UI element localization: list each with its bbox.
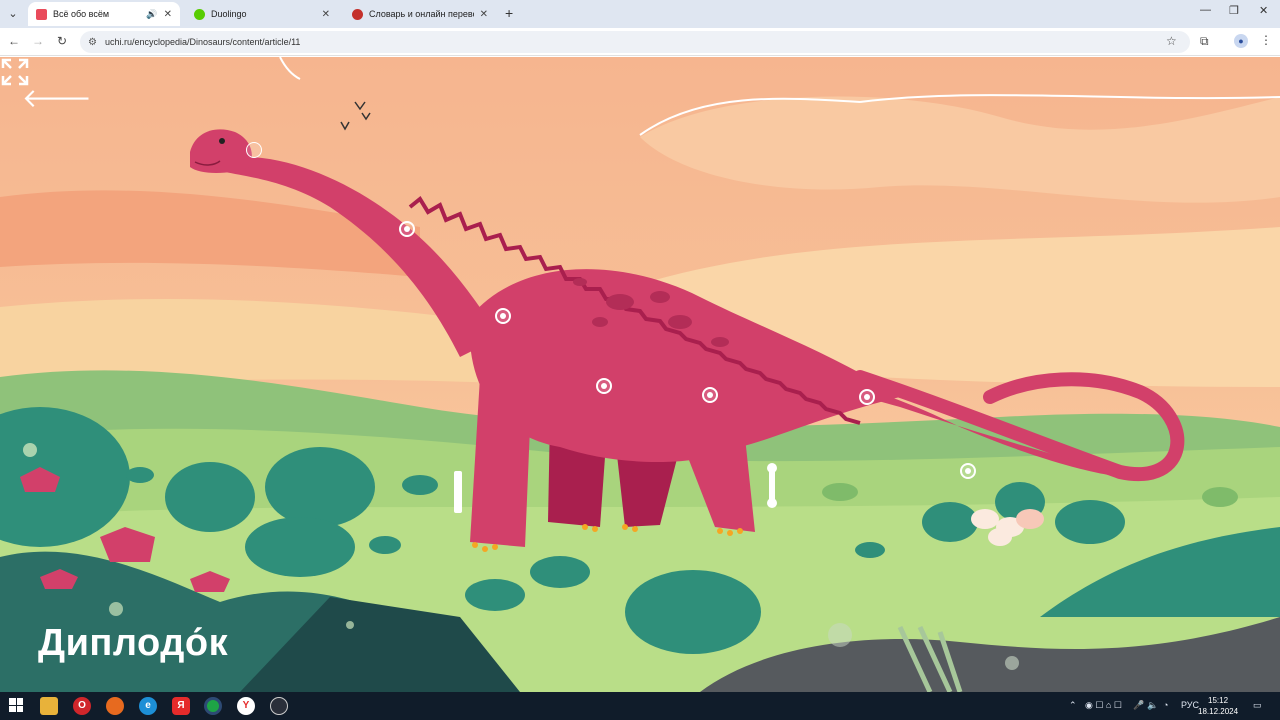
address-bar[interactable]: ⚙ uchi.ru/encyclopedia/Dinosaurs/content…	[80, 31, 1190, 53]
url-text[interactable]: uchi.ru/encyclopedia/Dinosaurs/content/a…	[105, 37, 300, 47]
clock-time: 15:12	[1208, 696, 1229, 705]
mic-icon[interactable]: 🎤	[1133, 700, 1144, 711]
fullscreen-expand-icon[interactable]	[0, 57, 30, 87]
notifications-icon[interactable]: ▭	[1253, 700, 1262, 711]
hotspot-shoulder[interactable]	[495, 308, 511, 324]
menu-icon[interactable]: ⋮	[1260, 33, 1272, 47]
new-tab-button[interactable]: +	[505, 6, 513, 20]
speaker-icon[interactable]: 🔊	[146, 9, 157, 20]
minimize-icon[interactable]: —	[1200, 4, 1211, 16]
language-indicator[interactable]: РУС	[1181, 700, 1199, 710]
tab-2[interactable]: Словарь и онлайн перевод на ✕	[344, 2, 496, 26]
tab-favicon	[352, 8, 363, 20]
reload-icon[interactable]: ↻	[54, 34, 70, 48]
restore-icon[interactable]: ❐	[1229, 4, 1239, 17]
wifi-icon[interactable]: ◔	[1163, 700, 1168, 710]
tab-title: Duolingo	[211, 9, 247, 19]
hotspot-belly[interactable]	[596, 378, 612, 394]
firefox-icon[interactable]	[106, 697, 124, 715]
hotspot-hip[interactable]	[702, 387, 718, 403]
back-arrow-icon[interactable]: 🡐	[22, 85, 92, 111]
clock-date: 18.12.2024	[1198, 707, 1239, 716]
close-tab-icon[interactable]: ✕	[480, 9, 488, 20]
opera-icon[interactable]: O	[73, 697, 91, 715]
close-tab-icon[interactable]: ✕	[164, 9, 172, 20]
tab-title: Словарь и онлайн перевод на	[369, 9, 474, 19]
windows-taskbar: O e Я Y ⌃ ◉ ☐ ⌂ ☐ 🎤 🔈 ◔ РУС 15:12 18.12.…	[0, 692, 1280, 720]
steam-icon[interactable]	[270, 697, 288, 715]
hotspot-eggs[interactable]	[960, 463, 976, 479]
tab-0[interactable]: Всё обо всём 🔊 ✕	[28, 2, 180, 26]
tab-title: Всё обо всём	[53, 9, 110, 19]
dinosaur-scene-illustration	[0, 57, 1280, 692]
tab-search-icon[interactable]: ⌄	[4, 6, 22, 22]
encyclopedia-article: 🡐 Диплодо́к	[0, 57, 1280, 692]
yandex-browser-icon[interactable]: Y	[237, 697, 255, 715]
tray-chevron-icon[interactable]: ⌃	[1069, 700, 1077, 711]
close-window-icon[interactable]: ✕	[1259, 4, 1268, 17]
edge-icon[interactable]: e	[139, 697, 157, 715]
tab-1[interactable]: Duolingo ✕	[186, 2, 338, 26]
file-explorer-icon[interactable]	[40, 697, 58, 715]
windows-start-icon[interactable]	[9, 698, 23, 712]
browser-toolbar: ← → ↻ ⚙ uchi.ru/encyclopedia/Dinosaurs/c…	[0, 28, 1280, 56]
page-title: Диплодо́к	[38, 622, 229, 664]
profile-icon[interactable]: ●	[1234, 34, 1248, 48]
system-clock[interactable]: 15:12 18.12.2024	[1198, 695, 1238, 717]
back-icon[interactable]: ←	[6, 34, 22, 48]
site-info-icon[interactable]: ⚙	[88, 37, 97, 48]
close-tab-icon[interactable]: ✕	[322, 9, 330, 20]
extensions-icon[interactable]: ⧉	[1200, 34, 1209, 49]
chrome-icon[interactable]	[204, 697, 222, 715]
forward-icon[interactable]: →	[30, 34, 46, 48]
tab-strip: ⌄ Всё обо всём 🔊 ✕ Duolingo ✕ Словарь и …	[0, 0, 1280, 28]
hotspot-tail[interactable]	[859, 389, 875, 405]
hotspot-neck[interactable]	[399, 221, 415, 237]
bookmark-star-icon[interactable]: ☆	[1166, 34, 1177, 48]
tray-apps-icon[interactable]: ◉ ☐ ⌂ ☐	[1085, 700, 1122, 711]
tab-favicon	[194, 8, 205, 20]
tab-favicon	[36, 8, 47, 20]
volume-icon[interactable]: 🔈	[1147, 700, 1158, 711]
yandex-icon[interactable]: Я	[172, 697, 190, 715]
hotspot-head[interactable]	[246, 142, 262, 158]
